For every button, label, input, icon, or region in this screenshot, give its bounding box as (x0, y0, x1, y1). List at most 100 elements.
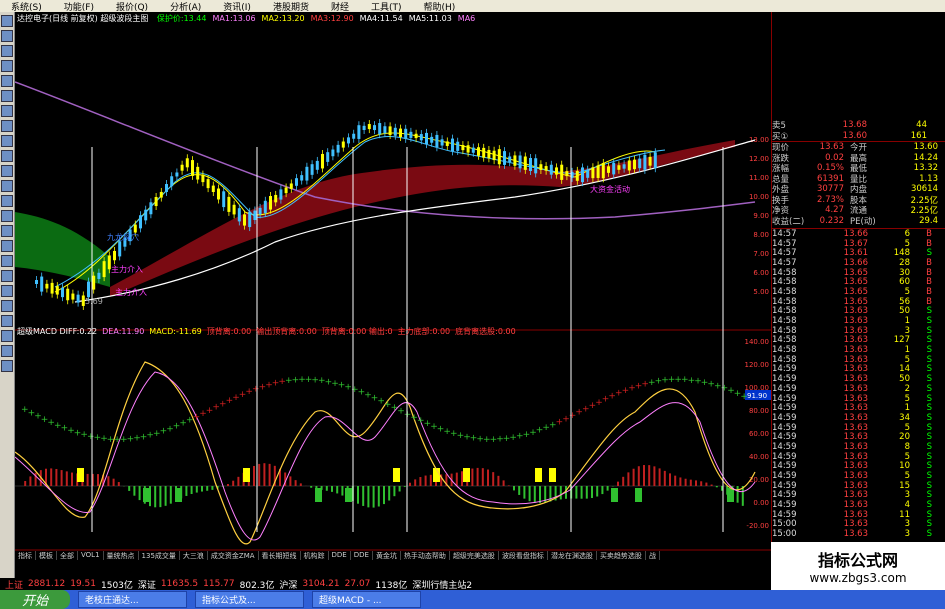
tick-row: 14:57 13.66 6 B (772, 229, 945, 239)
indicator-tab[interactable]: 波段看盘指标 (499, 551, 548, 560)
start-button[interactable]: 开始 (0, 590, 70, 609)
indicator-tab[interactable]: 大三浪 (180, 551, 208, 560)
indicator-tab[interactable]: 模板 (36, 551, 57, 560)
indicator-tab[interactable]: 超级完美选股 (450, 551, 499, 560)
tick-time: 14:59 (772, 480, 797, 491)
toolbar-icon[interactable] (1, 345, 13, 357)
macd-bar (471, 468, 474, 486)
menu-item[interactable]: 资讯(I) (212, 0, 262, 13)
tick-volume: 3 (904, 529, 910, 540)
toolbar-icon[interactable] (1, 300, 13, 312)
macd-bar (86, 473, 89, 486)
stat-value: 30614 (910, 184, 938, 195)
toolbar-icon[interactable] (1, 60, 13, 72)
indicator-tab[interactable]: 买卖趋势选股 (597, 551, 646, 560)
indicator-tab[interactable]: 全部 (57, 551, 78, 560)
main-title-item: MA6 (457, 14, 476, 23)
indicator-tab[interactable]: 135成交量 (139, 551, 180, 560)
menu-item[interactable]: 港股期货 (262, 0, 320, 13)
tick-volume: 3 (904, 325, 910, 336)
macd-title-item: 超级MACD DIFF:0.22 (17, 327, 98, 336)
stat-value: 0.02 (825, 152, 844, 163)
tick-volume: 8 (904, 441, 910, 452)
toolbar-icon[interactable] (1, 165, 13, 177)
indicator-tab[interactable]: 潜龙在渊选股 (548, 551, 597, 560)
price-axis-label: 6.00 (753, 269, 769, 277)
macd-bar (492, 472, 495, 486)
candle-body (300, 175, 304, 181)
macd-bar (185, 486, 188, 496)
candle-body (144, 209, 148, 221)
menu-item[interactable]: 分析(A) (159, 0, 212, 13)
indicator-tab[interactable]: 机构踪 (301, 551, 329, 560)
toolbar-icon[interactable] (1, 315, 13, 327)
toolbar-icon[interactable] (1, 225, 13, 237)
taskbar-window-button[interactable]: 超级MACD - ... (312, 591, 421, 608)
tick-time: 14:59 (772, 461, 797, 472)
toolbar-icon[interactable] (1, 45, 13, 57)
toolbar-icon[interactable] (1, 240, 13, 252)
macd-bar (461, 471, 463, 486)
menu-item[interactable]: 工具(T) (360, 0, 413, 13)
candle-body (425, 132, 428, 145)
tick-side: S (926, 529, 932, 540)
tick-side: S (926, 471, 932, 482)
indicator-tab[interactable]: DDE (329, 551, 351, 560)
taskbar-window-button[interactable]: 指标公式及... (195, 591, 304, 608)
status-item: 27.07 (344, 579, 371, 589)
candle-body (643, 154, 647, 170)
candle-body (102, 261, 106, 278)
candle-body (61, 287, 64, 298)
toolbar-icon[interactable] (1, 180, 13, 192)
toolbar-icon[interactable] (1, 270, 13, 282)
candle-body (180, 164, 184, 171)
macd-title: 超级MACD DIFF:0.22 DEA:11.90 MACD:-11.69 顶背离:… (17, 326, 521, 337)
indicator-tab[interactable]: DDE (351, 551, 373, 560)
menu-item[interactable]: 报价(Q) (105, 0, 159, 13)
indicator-tab[interactable]: 成交资金ZMA (208, 551, 259, 560)
signal-block (143, 488, 150, 502)
indicator-tab[interactable]: 指标 (15, 551, 36, 560)
toolbar-icon[interactable] (1, 90, 13, 102)
stat-value: 13.60 (913, 142, 938, 153)
toolbar-icon[interactable] (1, 195, 13, 207)
menu-item[interactable]: 帮助(H) (413, 0, 467, 13)
macd-bar (663, 470, 666, 486)
toolbar-icon[interactable] (1, 120, 13, 132)
toolbar-icon[interactable] (1, 255, 13, 267)
macd-bar (455, 472, 458, 486)
macd-axis-label: 40.00 (749, 453, 769, 461)
menu-item[interactable]: 功能(F) (53, 0, 105, 13)
tick-row: 15:00 13.63 3 S (772, 529, 945, 539)
signal-block (243, 468, 250, 482)
menu-item[interactable]: 财经 (320, 0, 360, 13)
tick-row: 14:59 13.63 5 S (772, 471, 945, 481)
stat-value: 13.32 (913, 163, 938, 174)
toolbar-icon[interactable] (1, 15, 13, 27)
indicator-tab[interactable]: 量统热点 (104, 551, 139, 560)
macd-bar (117, 482, 120, 486)
indicator-tab[interactable]: 黄金坑 (373, 551, 401, 560)
tick-price: 13.63 (843, 441, 868, 452)
tick-volume: 60 (899, 277, 910, 288)
toolbar-icon[interactable] (1, 105, 13, 117)
indicator-tab[interactable]: VOL1 (78, 551, 104, 560)
toolbar-icon[interactable] (1, 135, 13, 147)
indicator-tab[interactable]: 战 (646, 551, 660, 560)
taskbar-window-button[interactable]: 老枝庄通达... (78, 591, 187, 608)
toolbar-icon[interactable] (1, 150, 13, 162)
candle-body (435, 134, 439, 148)
menu-item[interactable]: 系统(S) (0, 0, 53, 13)
toolbar-icon[interactable] (1, 210, 13, 222)
candle-body (284, 187, 288, 194)
toolbar-icon[interactable] (1, 30, 13, 42)
toolbar-icon[interactable] (1, 330, 13, 342)
stat-value: 13.63 (819, 142, 844, 153)
indicator-tab[interactable]: 热手动态帮助 (401, 551, 450, 560)
indicator-tab[interactable]: 看长期短线 (259, 551, 301, 560)
toolbar-icon[interactable] (1, 285, 13, 297)
candle-body (612, 162, 616, 175)
toolbar-icon[interactable] (1, 75, 13, 87)
candle-body (555, 167, 558, 175)
toolbar-icon[interactable] (1, 360, 13, 372)
